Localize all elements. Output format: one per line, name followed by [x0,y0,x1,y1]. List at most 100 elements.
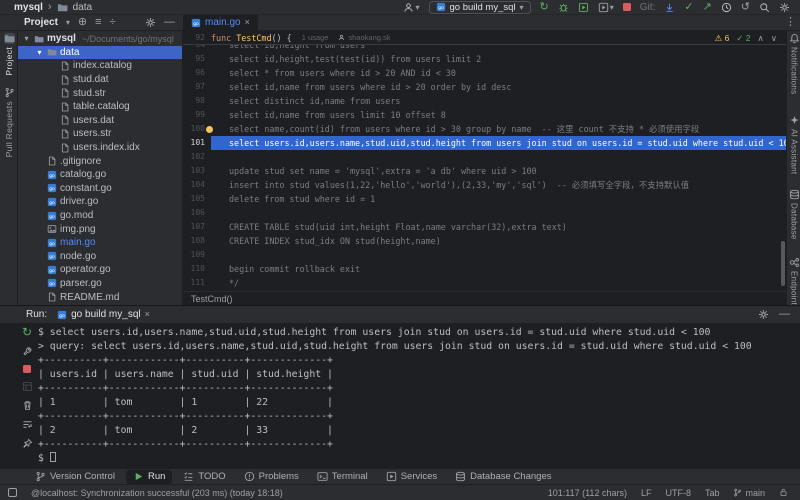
more-button[interactable]: ⋮ [785,17,796,28]
code-line-103[interactable]: 103update stud set name = 'mysql',extra … [183,164,786,178]
tree-item-stud-str[interactable]: stud.str [18,86,182,100]
breadcrumb-folder[interactable]: data [73,2,92,13]
sync-status[interactable]: @localhost: Synchronization successful (… [31,488,283,498]
run-console[interactable]: $ select users.id,users.name,stud.uid,st… [38,326,784,466]
code-line-106[interactable]: 106 [183,206,786,220]
code-line-109[interactable]: 109 [183,248,786,262]
tree-item-mysql[interactable]: ▾mysql~/Documents/go/mysql [18,32,182,46]
close-icon[interactable]: × [245,17,250,28]
project-name[interactable]: mysql [14,2,43,13]
indent-style[interactable]: Tab [705,488,720,498]
sidebar-item-project[interactable]: Project [0,33,18,76]
chevron-down-icon[interactable]: ▾ [66,17,70,28]
rerun-button[interactable]: ↻ [22,327,32,338]
lock-icon[interactable] [779,488,788,497]
usage-hint[interactable]: 1 usage [302,31,329,45]
git-branch[interactable]: main [733,488,765,498]
sidebar-item-notifications[interactable]: Notifications [787,33,800,94]
code-line-96[interactable]: 96select * from users where id > 20 AND … [183,66,786,80]
tool-tab-run[interactable]: Run [126,470,172,484]
minimize-button[interactable]: — [779,309,790,320]
code-line-105[interactable]: 105delete from stud where id = 1 [183,192,786,206]
tree-item--gitignore[interactable]: .gitignore [18,154,182,168]
user-menu-button[interactable]: ▾ [403,2,420,13]
breadcrumb-function[interactable]: TestCmd() [191,294,233,304]
tree-item-users-str[interactable]: users.str [18,127,182,141]
coverage-button[interactable] [578,2,589,13]
code-line-102[interactable]: 102 [183,150,786,164]
git-push-button[interactable]: ↗ [703,2,712,13]
editor-scrollbar-thumb[interactable] [781,241,785,286]
tree-item-constant-go[interactable]: goconstant.go [18,182,182,196]
collapse-all-button[interactable]: ÷ [110,17,116,28]
tree-item-catalog-go[interactable]: gocatalog.go [18,168,182,182]
history-button[interactable] [721,2,732,13]
settings-button[interactable] [779,2,790,13]
tree-item-table-catalog[interactable]: table.catalog [18,100,182,114]
tool-tab-problems[interactable]: Problems [237,470,306,484]
tool-tab-terminal[interactable]: Terminal [310,470,375,484]
stop-button[interactable] [23,365,31,373]
tree-item-node-go[interactable]: gonode.go [18,250,182,264]
terminal-cursor[interactable] [50,452,56,462]
code-editor[interactable]: 94select id,height from users95select id… [183,31,786,305]
toolwindow-toggle-icon[interactable] [8,488,17,497]
soft-wrap-button[interactable] [22,419,33,430]
tree-item-img-png[interactable]: img.png [18,222,182,236]
tree-item-main-go[interactable]: gomain.go [18,236,182,250]
sidebar-item-database[interactable]: Database [787,189,800,240]
tool-tab-services[interactable]: Services [379,470,444,484]
git-commit-button[interactable]: ✓ [684,2,693,13]
line-separator[interactable]: LF [641,488,652,498]
code-line-101[interactable]: 101select users.id,users.name,stud.uid,s… [183,136,786,150]
code-line-95[interactable]: 95select id,height,test(test(id)) from u… [183,52,786,66]
expand-all-button[interactable]: ≡ [95,17,101,28]
project-header-label[interactable]: Project [24,17,58,28]
code-line-111[interactable]: 111*/ [183,276,786,290]
hide-panel-button[interactable]: — [164,17,175,28]
debug-button[interactable] [558,2,569,13]
file-encoding[interactable]: UTF-8 [665,488,691,498]
editor-tab-main-go[interactable]: go main.go × [183,15,259,30]
tree-item-users-index-idx[interactable]: users.index.idx [18,141,182,155]
pin-tab-button[interactable] [22,438,33,449]
tree-item-index-catalog[interactable]: index.catalog [18,59,182,73]
git-update-button[interactable] [664,2,675,13]
tool-tab-todo[interactable]: TODO [176,470,232,484]
close-icon[interactable]: × [145,309,150,320]
code-line-107[interactable]: 107CREATE TABLE stud(uid int,height Floa… [183,220,786,234]
code-line-98[interactable]: 98select distinct id,name from users [183,94,786,108]
intention-bulb-icon[interactable] [206,126,213,133]
prev-problem-button[interactable]: ∧ [758,33,764,44]
search-button[interactable] [759,2,770,13]
tree-item-readme-md[interactable]: README.md [18,290,182,304]
rollback-button[interactable]: ↺ [741,2,750,13]
tree-item-data[interactable]: ▾data [18,46,182,60]
rerun-button[interactable]: ↻ [540,2,549,13]
clear-output-button[interactable] [22,400,33,411]
code-line-99[interactable]: 99select id,name from users limit 10 off… [183,108,786,122]
tree-item-driver-go[interactable]: godriver.go [18,195,182,209]
panel-settings-button[interactable] [145,17,156,28]
run-tab[interactable]: go go build my_sql × [57,309,150,320]
caret-position[interactable]: 101:117 (112 chars) [548,488,627,498]
code-line-110[interactable]: 110begin commit rollback exit [183,262,786,276]
restore-layout-button[interactable] [22,381,33,392]
inspections-widget[interactable]: ⚠ 6 ✓ 2 ∧ ∨ [712,33,780,44]
tool-tab-database-changes[interactable]: Database Changes [448,470,558,484]
editor-breadcrumb[interactable]: TestCmd() [183,291,786,305]
tree-item-operator-go[interactable]: gooperator.go [18,263,182,277]
code-line-97[interactable]: 97select id,name from users where id > 2… [183,80,786,94]
run-config-select[interactable]: go go build my_sql ▾ [429,1,531,14]
tree-item-users-dat[interactable]: users.dat [18,114,182,128]
sidebar-item-ai-assistant[interactable]: AI Assistant [787,115,800,174]
sidebar-item-pull-requests[interactable]: Pull Requests [0,87,18,157]
sidebar-item-endpoints[interactable]: Endpoints [787,257,800,309]
next-problem-button[interactable]: ∨ [771,33,777,44]
tool-tab-version-control[interactable]: Version Control [28,470,122,484]
tree-item-stud-dat[interactable]: stud.dat [18,73,182,87]
tree-item-parser-go[interactable]: goparser.go [18,277,182,291]
run-settings-button[interactable] [758,309,769,320]
code-line-104[interactable]: 104insert into stud values(1,22,'hello',… [183,178,786,192]
locate-button[interactable]: ⊕ [78,17,87,28]
